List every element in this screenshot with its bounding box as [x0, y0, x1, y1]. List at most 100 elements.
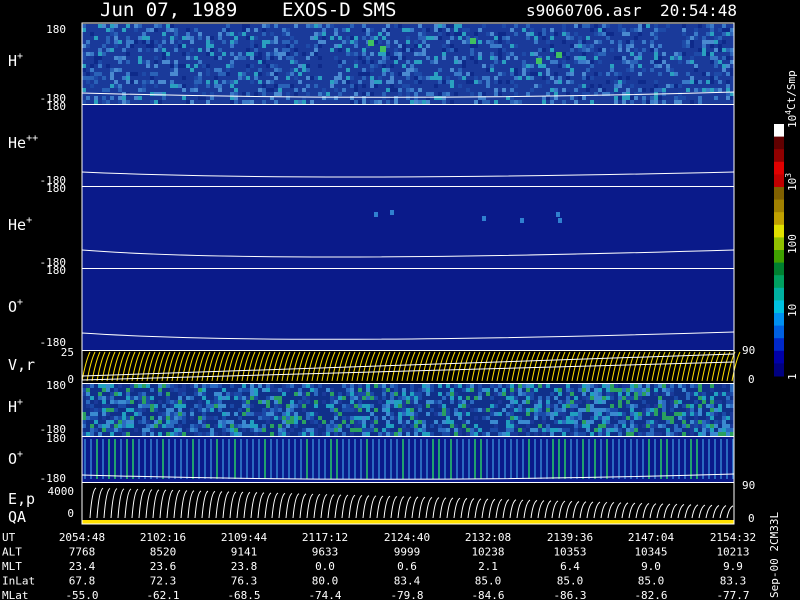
spectrogram-cell	[342, 88, 346, 92]
spectrogram-cell	[582, 24, 586, 28]
spectrogram-cell	[102, 24, 106, 28]
spectrogram-cell	[106, 52, 110, 56]
spectrogram-streak	[126, 439, 128, 479]
spectrogram-cell	[186, 396, 190, 400]
spectrogram-cell	[86, 400, 90, 404]
spectrogram-cell	[242, 428, 246, 432]
spectrogram-cell	[318, 76, 322, 80]
spectrogram-cell	[610, 40, 614, 44]
spectrogram-cell	[630, 388, 634, 392]
spectrogram-cell	[570, 432, 574, 436]
spectrogram-cell	[458, 428, 462, 432]
spectrogram-cell	[142, 60, 146, 64]
spectrogram-cell	[390, 76, 394, 80]
spectrogram-cell	[458, 60, 462, 64]
spectrogram-cell	[526, 412, 530, 416]
spectrogram-cell	[374, 428, 378, 432]
spectrogram-hotspot	[536, 58, 542, 64]
spectrogram-cell	[350, 76, 354, 80]
spectrogram-cell	[262, 32, 266, 36]
spectrogram-streak	[714, 439, 716, 479]
spectrogram-cell	[554, 60, 558, 64]
footer-cell: 23.8	[231, 560, 258, 573]
spectrogram-cell	[414, 432, 418, 436]
spectrogram-cell	[298, 64, 302, 68]
spectrogram-cell	[154, 60, 158, 64]
spectrogram-cell	[174, 48, 178, 52]
spectrogram-cell	[130, 40, 134, 44]
spectrogram-cell	[434, 400, 438, 404]
spectrogram-cell	[462, 404, 466, 408]
spectrogram-cell	[402, 72, 406, 76]
spectrogram-cell	[214, 404, 218, 408]
spectrogram-cell	[694, 64, 698, 68]
spectrogram-cell	[586, 88, 590, 92]
spectrogram-cell	[494, 44, 498, 48]
spectrogram-cell	[450, 392, 454, 396]
spectrogram-cell	[406, 432, 410, 436]
spectrogram-cell	[162, 36, 166, 40]
spectrogram-cell	[306, 400, 310, 404]
spectrogram-cell	[242, 92, 246, 96]
spectrogram-cell	[354, 392, 358, 396]
spectrogram-cell	[650, 32, 654, 36]
spectrogram-cell	[426, 68, 430, 72]
spectrogram-streak	[270, 439, 272, 479]
spectrogram-cell	[578, 424, 582, 428]
spectrogram-cell	[190, 416, 194, 420]
footer-cell: 9999	[394, 546, 421, 559]
spectrogram-cell	[630, 424, 634, 428]
spectrogram-cell	[462, 388, 466, 392]
spectrogram-cell	[246, 72, 250, 76]
spectrogram-cell	[562, 408, 566, 412]
spectrogram-cell	[606, 24, 610, 28]
spectrogram-cell	[258, 72, 262, 76]
spectrogram-cell	[330, 32, 334, 36]
spectrogram-cell	[498, 92, 502, 96]
spectrogram-cell	[446, 24, 450, 28]
spectrogram-cell	[222, 28, 226, 32]
spectrogram-cell	[274, 40, 278, 44]
spectrogram-cell	[334, 80, 338, 84]
spectrogram-cell	[150, 424, 154, 428]
spectrogram-cell	[730, 432, 734, 436]
spectrogram-cell	[358, 388, 362, 392]
spectrogram-cell	[322, 28, 326, 32]
spectrogram-cell	[562, 404, 566, 408]
spectrogram-cell	[126, 36, 130, 40]
spectrogram-cell	[434, 28, 438, 32]
spectrogram-cell	[534, 416, 538, 420]
spectrogram-cell	[418, 72, 422, 76]
spectrogram-cell	[654, 80, 658, 84]
spectrogram-streak	[702, 439, 704, 479]
spectrogram-cell	[558, 388, 562, 392]
spectrogram-cell	[462, 52, 466, 56]
spectrogram-cell	[574, 412, 578, 416]
spectrogram-cell	[290, 400, 294, 404]
spectrogram-cell	[334, 88, 338, 92]
spectrogram-cell	[598, 36, 602, 40]
spectrogram-cell	[590, 100, 594, 104]
spectrogram-cell	[234, 432, 238, 436]
spectrogram-cell	[510, 388, 514, 392]
spectrogram-cell	[174, 60, 178, 64]
spectrogram-cell	[218, 48, 222, 52]
spectrogram-cell	[194, 88, 198, 92]
spectrogram-cell	[162, 48, 166, 52]
spectrogram-cell	[394, 64, 398, 68]
spectrogram-cell	[402, 420, 406, 424]
spectrogram-cell	[286, 408, 290, 412]
spectrogram-cell	[278, 84, 282, 88]
spectrogram-cell	[654, 392, 658, 396]
spectrogram-cell	[582, 408, 586, 412]
spectrogram-cell	[190, 424, 194, 428]
spectrogram-cell	[402, 412, 406, 416]
spectrogram-cell	[374, 32, 378, 36]
spectrogram-cell	[166, 28, 170, 32]
spectrogram-cell	[478, 80, 482, 84]
spectrogram-cell	[478, 40, 482, 44]
spectrogram-cell	[382, 56, 386, 60]
spectrogram-cell	[690, 392, 694, 396]
spectrogram-cell	[510, 396, 514, 400]
spectrogram-cell	[362, 424, 366, 428]
